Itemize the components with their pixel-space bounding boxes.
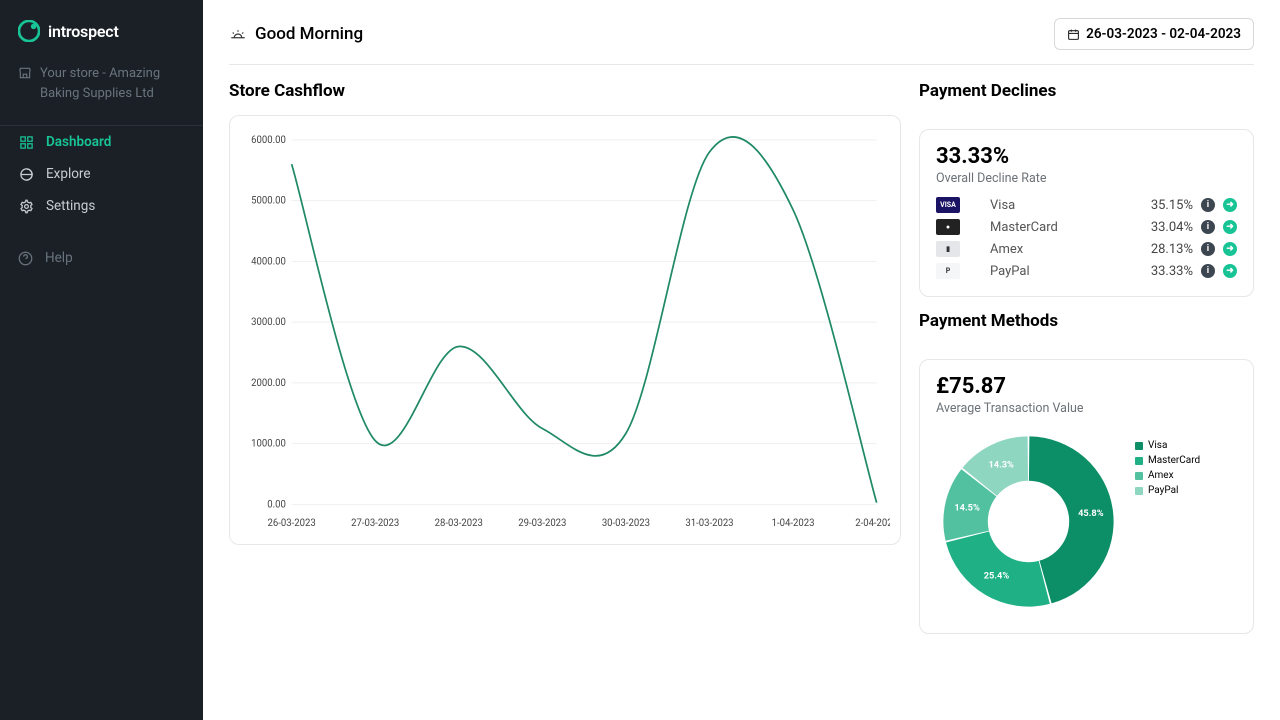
explore-icon bbox=[18, 166, 34, 182]
legend-item-visa: Visa bbox=[1135, 440, 1200, 451]
brand: introspect bbox=[0, 0, 203, 62]
info-icon[interactable]: i bbox=[1201, 264, 1215, 278]
svg-text:26-03-2023: 26-03-2023 bbox=[268, 518, 316, 529]
legend-item-paypal: PayPal bbox=[1135, 485, 1200, 496]
info-icon[interactable]: i bbox=[1201, 220, 1215, 234]
decline-name: Visa bbox=[990, 198, 1137, 213]
legend-item-mastercard: MasterCard bbox=[1135, 455, 1200, 466]
info-icon[interactable]: i bbox=[1201, 198, 1215, 212]
decline-pct: 28.13% bbox=[1137, 242, 1193, 257]
decline-row-paypal: P PayPal33.33% i ➜ bbox=[936, 260, 1237, 282]
topbar: Good Morning 26-03-2023 - 02-04-2023 bbox=[229, 18, 1254, 65]
legend-swatch bbox=[1135, 457, 1143, 465]
svg-text:6000.00: 6000.00 bbox=[251, 135, 286, 146]
overall-decline-label: Overall Decline Rate bbox=[936, 171, 1237, 186]
methods-donut: 45.8% 25.4% 14.5% 14.3% bbox=[936, 424, 1121, 619]
sunrise-icon bbox=[229, 27, 247, 41]
methods-title: Payment Methods bbox=[919, 311, 1254, 331]
store-icon bbox=[18, 66, 32, 80]
avg-label: Average Transaction Value bbox=[936, 401, 1237, 416]
store-selector[interactable]: Your store - Amazing Baking Supplies Ltd bbox=[0, 62, 203, 125]
decline-name: PayPal bbox=[990, 264, 1137, 279]
svg-text:31-03-2023: 31-03-2023 bbox=[685, 518, 733, 529]
decline-pct: 33.04% bbox=[1137, 220, 1193, 235]
methods-card: £75.87 Average Transaction Value 45.8% 25… bbox=[919, 359, 1254, 634]
help-icon bbox=[18, 251, 33, 266]
cashflow-title: Store Cashflow bbox=[229, 81, 901, 101]
donut-legend: Visa MasterCard Amex PayPal bbox=[1135, 424, 1200, 619]
store-name: Your store - Amazing Baking Supplies Ltd bbox=[40, 64, 185, 103]
calendar-icon bbox=[1067, 28, 1080, 41]
legend-swatch bbox=[1135, 442, 1143, 450]
svg-text:1000.00: 1000.00 bbox=[251, 439, 286, 450]
sidebar-item-dashboard[interactable]: Dashboard bbox=[0, 126, 203, 158]
legend-label: MasterCard bbox=[1148, 455, 1200, 466]
dashboard-icon bbox=[18, 134, 34, 150]
arrow-right-icon[interactable]: ➜ bbox=[1223, 264, 1237, 278]
declines-title: Payment Declines bbox=[919, 81, 1254, 101]
legend-item-amex: Amex bbox=[1135, 470, 1200, 481]
help-label: Help bbox=[45, 250, 73, 266]
help-link[interactable]: Help bbox=[0, 222, 203, 294]
date-range-picker[interactable]: 26-03-2023 - 02-04-2023 bbox=[1054, 18, 1254, 50]
sidebar-item-label: Explore bbox=[46, 166, 91, 182]
sidebar-item-settings[interactable]: Settings bbox=[0, 190, 203, 222]
decline-name: Amex bbox=[990, 242, 1137, 257]
greeting-text: Good Morning bbox=[255, 24, 363, 44]
decline-pct: 33.33% bbox=[1137, 264, 1193, 279]
amex-card-icon: ▮ bbox=[936, 241, 960, 257]
declines-card: 33.33% Overall Decline Rate VISA Visa35.1… bbox=[919, 129, 1254, 297]
avg-value: £75.87 bbox=[936, 374, 1237, 399]
brand-logo-icon bbox=[18, 20, 40, 42]
nav: Dashboard Explore Settings bbox=[0, 125, 203, 222]
svg-text:0.00: 0.00 bbox=[267, 499, 286, 510]
arrow-right-icon[interactable]: ➜ bbox=[1223, 220, 1237, 234]
cashflow-chart: 0.00 1000.00 2000.00 3000.00 4000.00 5000.00 6… bbox=[229, 115, 901, 545]
decline-row-visa: VISA Visa35.15% i ➜ bbox=[936, 194, 1237, 216]
svg-text:29-03-2023: 29-03-2023 bbox=[518, 518, 566, 529]
legend-label: PayPal bbox=[1148, 485, 1178, 496]
date-range-text: 26-03-2023 - 02-04-2023 bbox=[1086, 26, 1241, 42]
svg-text:45.8%: 45.8% bbox=[1078, 508, 1104, 519]
sidebar-item-explore[interactable]: Explore bbox=[0, 158, 203, 190]
decline-row-amex: ▮ Amex28.13% i ➜ bbox=[936, 238, 1237, 260]
svg-text:30-03-2023: 30-03-2023 bbox=[602, 518, 650, 529]
svg-text:25.4%: 25.4% bbox=[984, 570, 1010, 581]
svg-text:5000.00: 5000.00 bbox=[251, 195, 286, 206]
sidebar-item-label: Settings bbox=[46, 198, 95, 214]
overall-decline-pct: 33.33% bbox=[936, 144, 1237, 169]
info-icon[interactable]: i bbox=[1201, 242, 1215, 256]
svg-text:28-03-2023: 28-03-2023 bbox=[435, 518, 483, 529]
legend-swatch bbox=[1135, 487, 1143, 495]
paypal-card-icon: P bbox=[936, 263, 960, 279]
svg-text:1-04-2023: 1-04-2023 bbox=[772, 518, 815, 529]
brand-name: introspect bbox=[48, 22, 119, 41]
arrow-right-icon[interactable]: ➜ bbox=[1223, 198, 1237, 212]
mastercard-card-icon: ● bbox=[936, 219, 960, 235]
svg-text:4000.00: 4000.00 bbox=[251, 256, 286, 267]
decline-row-mastercard: ● MasterCard33.04% i ➜ bbox=[936, 216, 1237, 238]
settings-icon bbox=[18, 198, 34, 214]
svg-text:27-03-2023: 27-03-2023 bbox=[351, 518, 399, 529]
svg-text:2000.00: 2000.00 bbox=[251, 378, 286, 389]
legend-swatch bbox=[1135, 472, 1143, 480]
greeting: Good Morning bbox=[229, 24, 363, 44]
legend-label: Amex bbox=[1148, 470, 1174, 481]
arrow-right-icon[interactable]: ➜ bbox=[1223, 242, 1237, 256]
svg-text:3000.00: 3000.00 bbox=[251, 317, 286, 328]
svg-text:14.5%: 14.5% bbox=[954, 503, 980, 514]
svg-text:14.3%: 14.3% bbox=[988, 460, 1014, 471]
decline-name: MasterCard bbox=[990, 220, 1137, 235]
main: Good Morning 26-03-2023 - 02-04-2023 Sto… bbox=[203, 0, 1280, 720]
visa-card-icon: VISA bbox=[936, 197, 960, 213]
svg-text:2-04-2023: 2-04-2023 bbox=[855, 518, 890, 529]
decline-pct: 35.15% bbox=[1137, 198, 1193, 213]
sidebar-item-label: Dashboard bbox=[46, 134, 111, 150]
legend-label: Visa bbox=[1148, 440, 1167, 451]
sidebar: introspect Your store - Amazing Baking S… bbox=[0, 0, 203, 720]
